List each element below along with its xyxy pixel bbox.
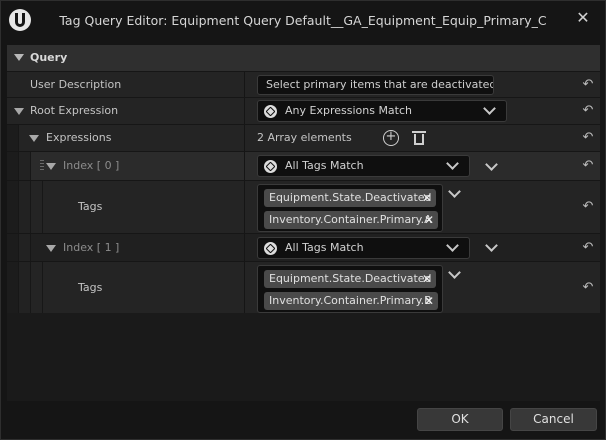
drag-handle-icon[interactable] (40, 160, 44, 172)
reset-arrow-icon[interactable]: ↶ (581, 131, 595, 145)
tags-0-label: Tags (78, 200, 103, 213)
expressions-row: Expressions 2 Array elements + ↶ (7, 124, 600, 151)
ok-button[interactable]: OK (417, 408, 503, 431)
index-1-value: All Tags Match (285, 240, 364, 254)
tags-1-container[interactable]: Equipment.State.Deactivated ✕ Inventory.C… (257, 265, 443, 313)
user-description-row: User Description Select primary items th… (7, 71, 600, 97)
cancel-button[interactable]: Cancel (510, 408, 597, 431)
expression-type-icon (264, 241, 277, 255)
collapse-arrow-icon[interactable] (46, 244, 56, 252)
remove-tag-icon[interactable]: ✕ (424, 292, 434, 310)
tag-chip[interactable]: Equipment.State.Deactivated ✕ (264, 189, 436, 207)
index-1-row: Index [ 1 ] All Tags Match ↶ (7, 233, 600, 261)
array-count: 2 Array elements (257, 131, 352, 144)
tags-0-row: Tags Equipment.State.Deactivated ✕ Invent… (7, 180, 600, 233)
index-0-value: All Tags Match (285, 159, 364, 172)
user-description-input[interactable]: Select primary items that are deactivate… (257, 74, 494, 95)
chevron-down-icon[interactable] (485, 158, 498, 171)
reset-arrow-icon[interactable]: ↶ (581, 159, 595, 173)
reset-arrow-icon[interactable]: ↶ (581, 77, 595, 92)
chevron-down-icon[interactable] (448, 185, 461, 198)
tag-query-editor-window: Tag Query Editor: Equipment Query Defaul… (0, 0, 606, 440)
index-1-dropdown[interactable]: All Tags Match (257, 236, 470, 259)
root-expression-row: Root Expression Any Expressions Match ↶ (7, 97, 600, 124)
chevron-down-icon (446, 238, 459, 252)
collapse-arrow-icon[interactable] (29, 135, 39, 142)
reset-arrow-icon[interactable]: ↶ (581, 104, 595, 118)
user-description-label: User Description (30, 77, 122, 91)
chevron-down-icon[interactable] (448, 266, 461, 279)
collapse-arrow-icon[interactable] (14, 108, 24, 115)
close-icon[interactable]: ✕ (573, 8, 593, 28)
chevron-down-icon (483, 102, 496, 115)
add-element-icon[interactable]: + (383, 130, 399, 146)
tags-1-row: Tags Equipment.State.Deactivated ✕ Invent… (7, 261, 600, 313)
root-expression-dropdown[interactable]: Any Expressions Match (257, 100, 507, 122)
query-section-header[interactable]: Query (7, 45, 600, 71)
expression-type-icon (264, 105, 277, 118)
reset-arrow-icon[interactable]: ↶ (581, 200, 595, 214)
collapse-arrow-icon[interactable] (46, 163, 56, 170)
window-title: Tag Query Editor: Equipment Query Defaul… (59, 13, 547, 28)
tag-chip[interactable]: Inventory.Container.Primary.B ✕ (264, 292, 438, 310)
chevron-down-icon (446, 157, 459, 170)
tags-1-label: Tags (78, 280, 103, 294)
remove-tag-icon[interactable]: ✕ (424, 211, 434, 229)
reset-arrow-icon[interactable]: ↶ (581, 280, 595, 295)
section-label: Query (30, 51, 68, 64)
index-1-label: Index [ 1 ] (63, 240, 120, 254)
delete-all-icon[interactable] (412, 130, 426, 146)
dialog-footer: OK Cancel (1, 403, 605, 439)
chevron-down-icon[interactable] (485, 239, 498, 252)
index-0-label: Index [ 0 ] (63, 159, 120, 172)
index-0-row: Index [ 0 ] All Tags Match ↶ (7, 151, 600, 180)
remove-tag-icon[interactable]: ✕ (422, 189, 432, 207)
root-expression-label: Root Expression (30, 104, 119, 117)
expression-type-icon (264, 160, 277, 173)
expressions-label: Expressions (46, 131, 112, 144)
tag-chip[interactable]: Inventory.Container.Primary.A ✕ (264, 211, 438, 229)
tags-0-container[interactable]: Equipment.State.Deactivated ✕ Inventory.C… (257, 184, 443, 232)
title-bar: Tag Query Editor: Equipment Query Defaul… (1, 1, 605, 39)
index-0-dropdown[interactable]: All Tags Match (257, 155, 470, 177)
root-expression-value: Any Expressions Match (285, 104, 413, 117)
details-panel: Query User Description Select primary it… (7, 45, 600, 401)
reset-arrow-icon[interactable]: ↶ (581, 240, 595, 255)
collapse-arrow-icon[interactable] (14, 54, 24, 61)
tag-chip[interactable]: Equipment.State.Deactivated ✕ (264, 270, 436, 288)
remove-tag-icon[interactable]: ✕ (422, 270, 432, 288)
